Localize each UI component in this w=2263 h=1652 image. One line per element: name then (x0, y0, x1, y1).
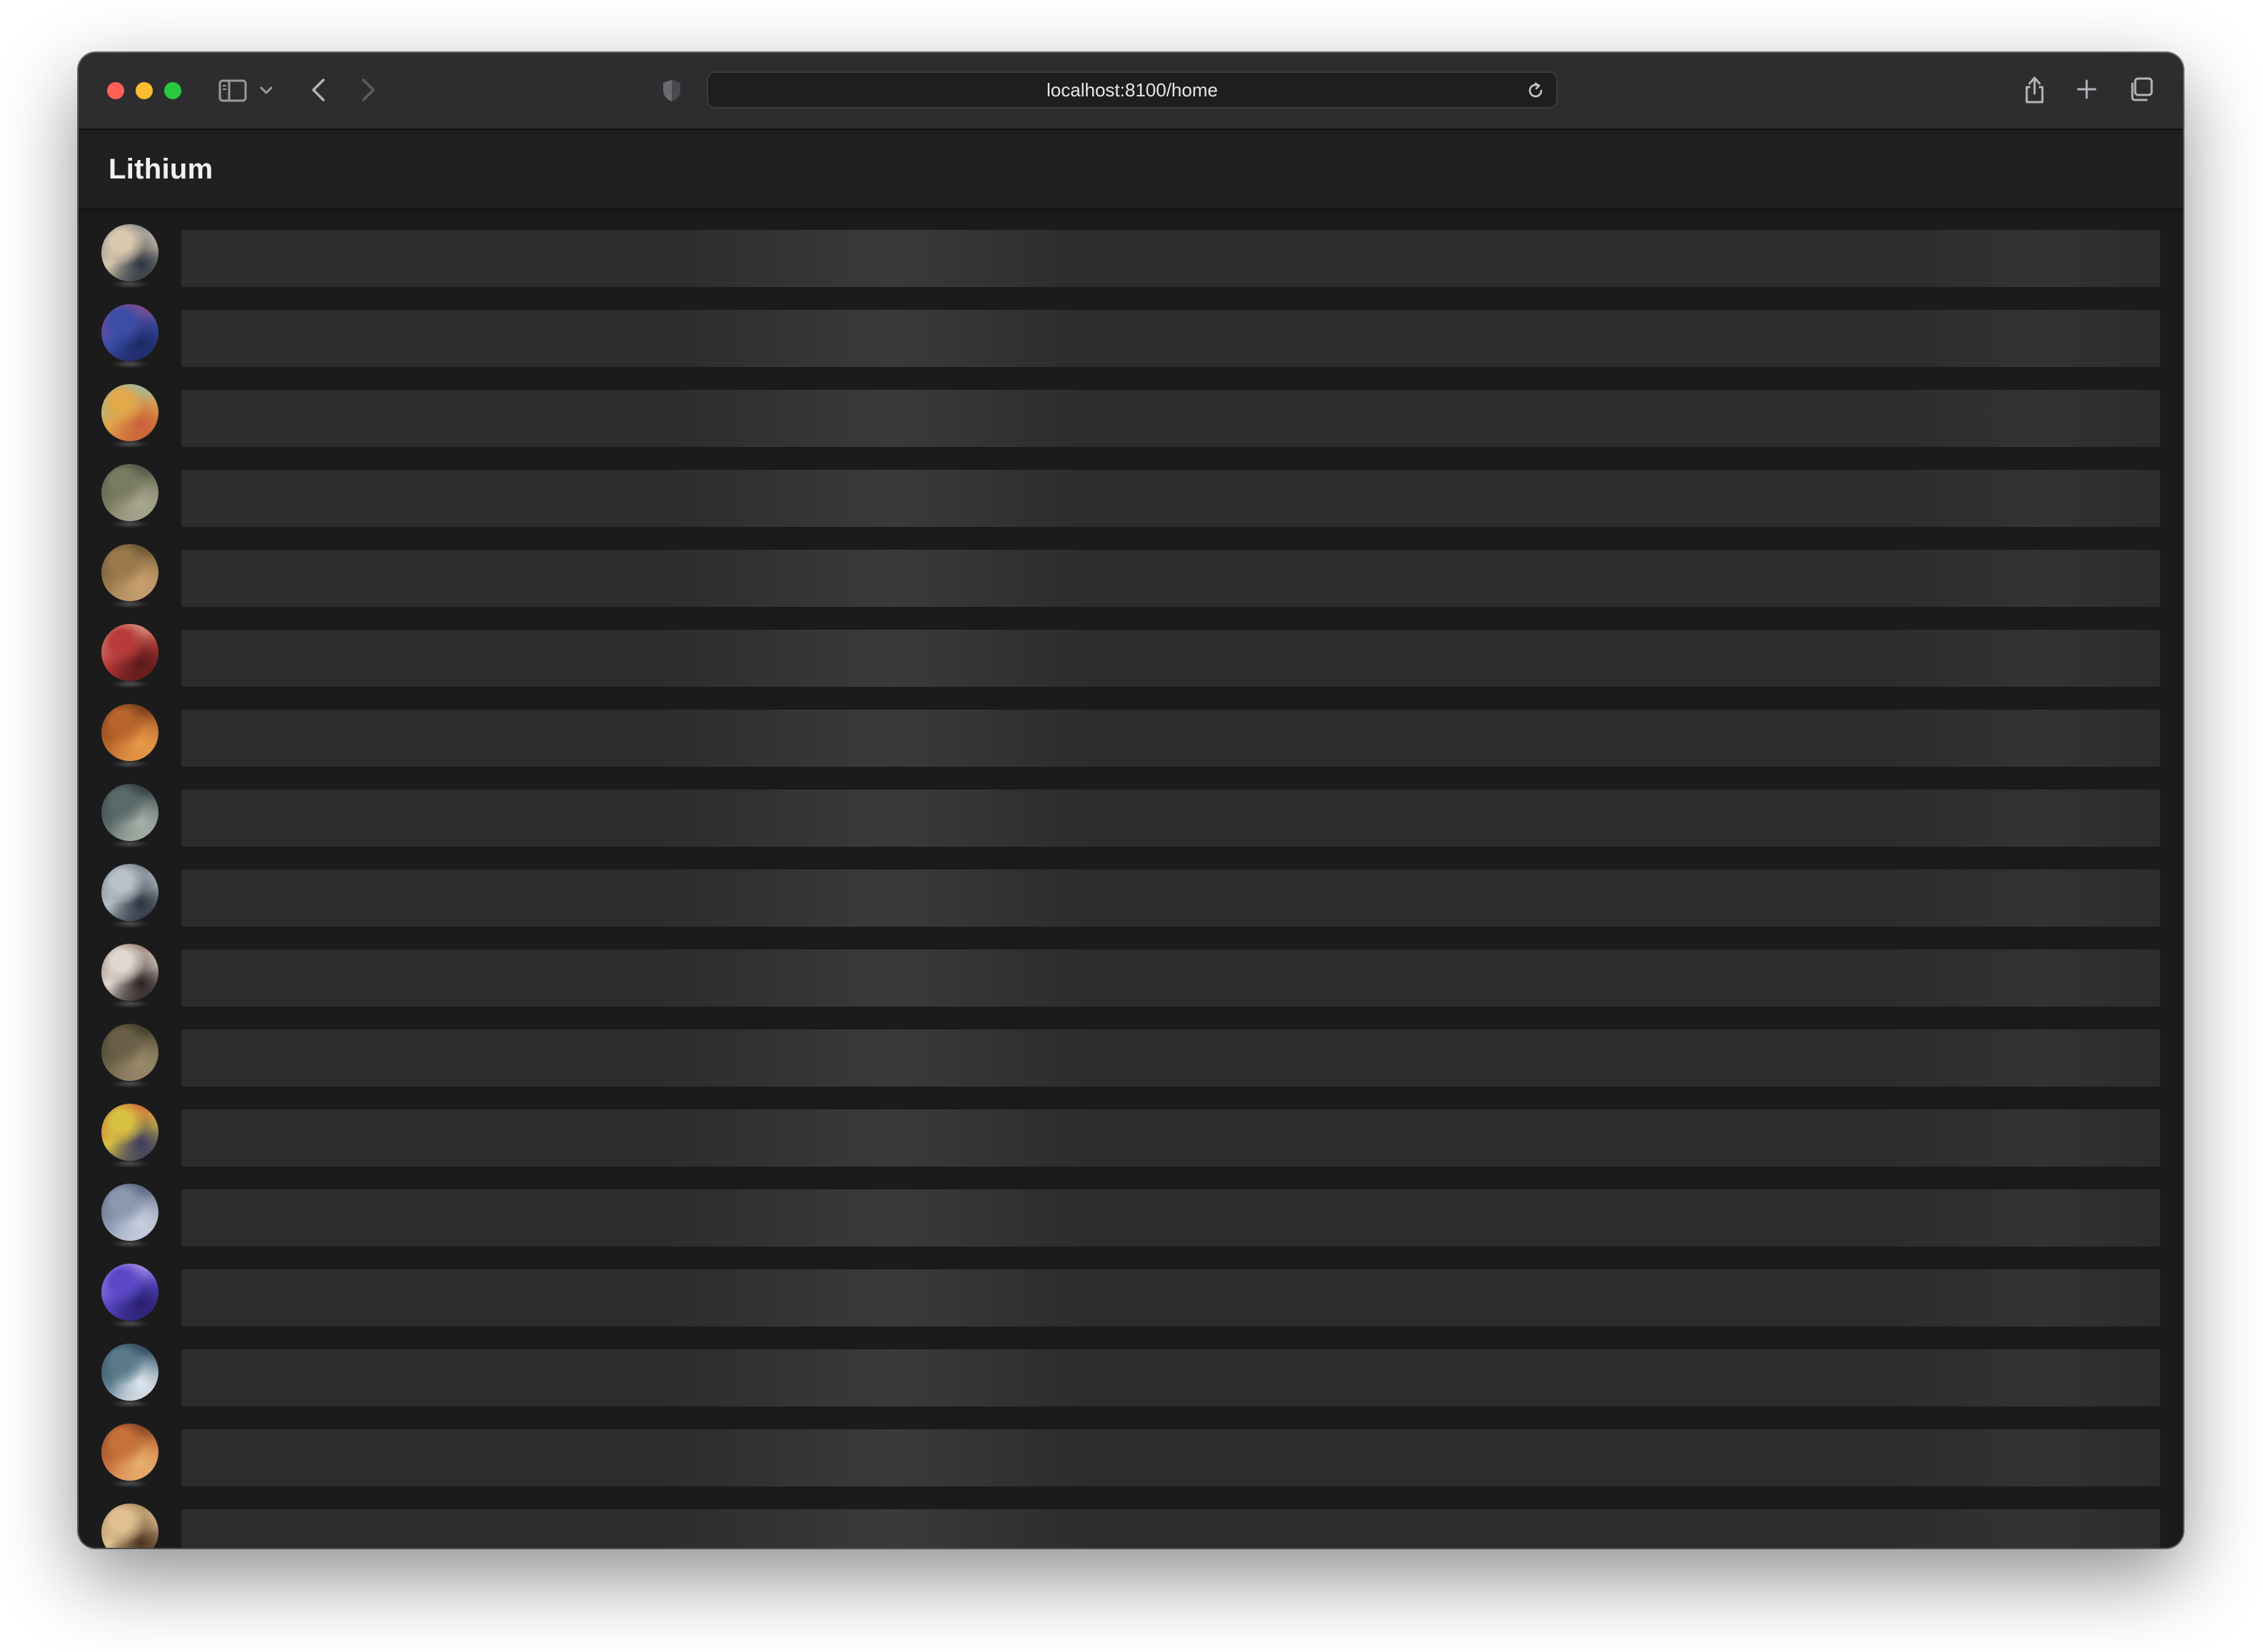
list-item[interactable] (79, 290, 2183, 370)
avatar[interactable] (101, 1184, 158, 1241)
avatar[interactable] (101, 864, 158, 921)
close-window-button[interactable] (107, 82, 124, 99)
list-item[interactable] (79, 1169, 2183, 1249)
avatar-container (101, 784, 158, 848)
avatar-container (101, 1264, 158, 1328)
avatar-container (101, 1504, 158, 1548)
skeleton-text-placeholder (181, 1189, 2160, 1246)
skeleton-text-placeholder (181, 1269, 2160, 1326)
avatar-container (101, 1184, 158, 1248)
skeleton-text-placeholder (181, 870, 2160, 927)
skeleton-text-placeholder (181, 230, 2160, 287)
avatar[interactable] (101, 1504, 158, 1548)
reload-icon[interactable] (1526, 81, 1545, 100)
skeleton-text-placeholder (181, 550, 2160, 607)
skeleton-text-placeholder (181, 1109, 2160, 1167)
avatar-container (101, 944, 158, 1008)
avatar[interactable] (101, 1344, 158, 1401)
skeleton-text-placeholder (181, 950, 2160, 1007)
avatar[interactable] (101, 624, 158, 681)
back-arrow-icon[interactable] (307, 76, 330, 104)
list-item[interactable] (79, 690, 2183, 770)
avatar-container (101, 864, 158, 928)
avatar-container (101, 1424, 158, 1488)
skeleton-text-placeholder (181, 1349, 2160, 1406)
avatar-container (101, 224, 158, 288)
list-item[interactable] (79, 1409, 2183, 1489)
avatar-container (101, 1104, 158, 1168)
avatar[interactable] (101, 704, 158, 761)
privacy-shield-icon[interactable] (660, 77, 684, 104)
list-item[interactable] (79, 930, 2183, 1009)
tab-overview-icon[interactable] (2127, 76, 2154, 103)
skeleton-text-placeholder (181, 630, 2160, 687)
address-bar[interactable]: localhost:8100/home (707, 71, 1558, 109)
skeleton-text-placeholder (181, 1429, 2160, 1486)
list-item[interactable] (79, 530, 2183, 610)
avatar-container (101, 304, 158, 368)
avatar[interactable] (101, 1104, 158, 1161)
skeleton-text-placeholder (181, 390, 2160, 447)
avatar[interactable] (101, 304, 158, 361)
skeleton-text-placeholder (181, 470, 2160, 527)
skeleton-text-placeholder (181, 1509, 2160, 1548)
list-item[interactable] (79, 1489, 2183, 1548)
avatar[interactable] (101, 1424, 158, 1481)
avatar[interactable] (101, 544, 158, 601)
minimize-window-button[interactable] (136, 82, 153, 99)
avatar-container (101, 1344, 158, 1408)
avatar[interactable] (101, 1024, 158, 1081)
chevron-down-icon[interactable] (258, 83, 274, 99)
avatar[interactable] (101, 464, 158, 521)
sidebar-icon[interactable] (217, 77, 248, 104)
post-list[interactable] (79, 210, 2183, 1548)
avatar[interactable] (101, 944, 158, 1001)
skeleton-text-placeholder (181, 710, 2160, 767)
list-item[interactable] (79, 1329, 2183, 1409)
skeleton-text-placeholder (181, 1029, 2160, 1087)
skeleton-text-placeholder (181, 310, 2160, 367)
list-item[interactable] (79, 1009, 2183, 1089)
avatar-container (101, 624, 158, 688)
avatar-container (101, 384, 158, 448)
list-item[interactable] (79, 610, 2183, 690)
avatar[interactable] (101, 224, 158, 281)
browser-window: localhost:8100/home Lithium (79, 53, 2183, 1548)
avatar-container (101, 1024, 158, 1088)
avatar[interactable] (101, 784, 158, 841)
list-item[interactable] (79, 1249, 2183, 1329)
avatar-container (101, 464, 158, 528)
list-item[interactable] (79, 850, 2183, 930)
app-title: Lithium (109, 153, 213, 185)
list-item[interactable] (79, 370, 2183, 450)
forward-arrow-icon[interactable] (357, 76, 380, 104)
list-item[interactable] (79, 770, 2183, 850)
address-url[interactable]: localhost:8100/home (708, 73, 1556, 107)
list-item[interactable] (79, 1089, 2183, 1169)
avatar-container (101, 544, 158, 608)
avatar[interactable] (101, 1264, 158, 1321)
share-icon[interactable] (2022, 73, 2047, 107)
browser-toolbar: localhost:8100/home (79, 53, 2183, 130)
plus-icon[interactable] (2075, 77, 2099, 101)
list-item[interactable] (79, 450, 2183, 530)
avatar-container (101, 704, 158, 768)
app-header: Lithium (79, 130, 2183, 208)
avatar[interactable] (101, 384, 158, 441)
skeleton-text-placeholder (181, 790, 2160, 847)
list-item[interactable] (79, 210, 2183, 290)
zoom-window-button[interactable] (164, 82, 181, 99)
